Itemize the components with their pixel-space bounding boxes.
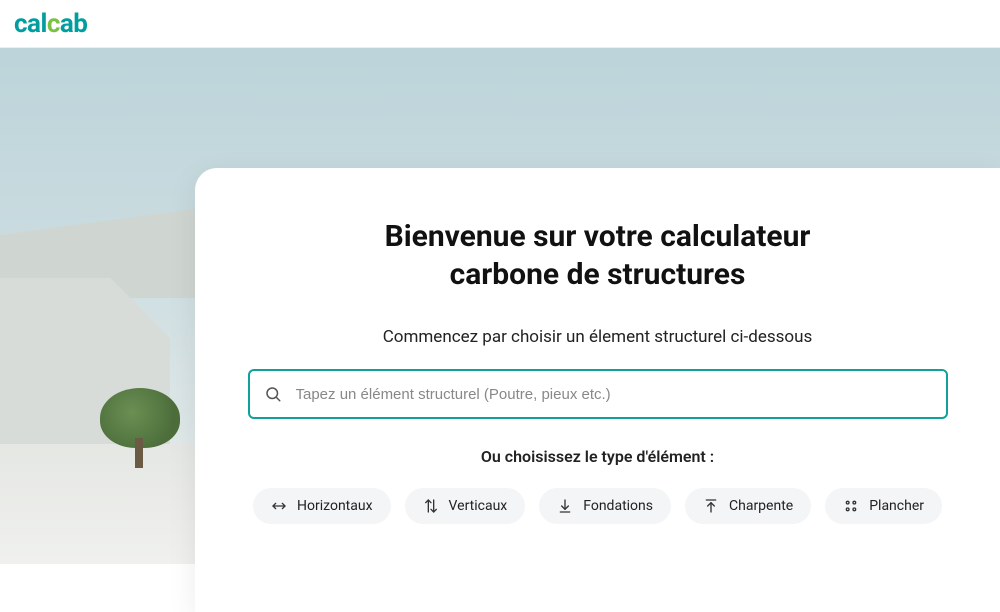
chip-label: Plancher [869,498,924,514]
brand-part3: ab [60,9,88,39]
brand-logo[interactable]: calcab [14,9,87,39]
arrow-up-bar-icon [703,498,719,514]
chip-fondations[interactable]: Fondations [539,488,671,524]
arrow-down-bar-icon [557,498,573,514]
brand-part1: cal [14,9,47,39]
search-box[interactable] [248,369,948,419]
chip-plancher[interactable]: Plancher [825,488,942,524]
category-chips: Horizontaux Verticaux Fondations [253,488,942,524]
title-line: Bienvenue sur votre calculateur [385,219,811,254]
or-label: Ou choisissez le type d'élément : [481,447,714,466]
arrows-horizontal-icon [271,498,287,514]
main-card: Bienvenue sur votre calculateur carbone … [195,168,1000,612]
chip-label: Charpente [729,498,793,514]
chip-verticaux[interactable]: Verticaux [405,488,526,524]
page-title: Bienvenue sur votre calculateur carbone … [385,218,811,293]
chip-label: Verticaux [449,498,508,514]
chip-horizontaux[interactable]: Horizontaux [253,488,391,524]
grid-dots-icon [843,498,859,514]
search-icon [264,385,282,403]
chip-label: Horizontaux [297,498,373,514]
chip-label: Fondations [583,498,653,514]
bg-tree [95,388,185,478]
page-subtitle: Commencez par choisir un élement structu… [383,327,813,347]
hero-background: Bienvenue sur votre calculateur carbone … [0,48,1000,564]
title-line: carbone de structures [450,257,746,292]
arrows-vertical-icon [423,498,439,514]
header: calcab [0,0,1000,48]
brand-part2: c [47,9,60,39]
search-input[interactable] [296,386,932,403]
chip-charpente[interactable]: Charpente [685,488,811,524]
